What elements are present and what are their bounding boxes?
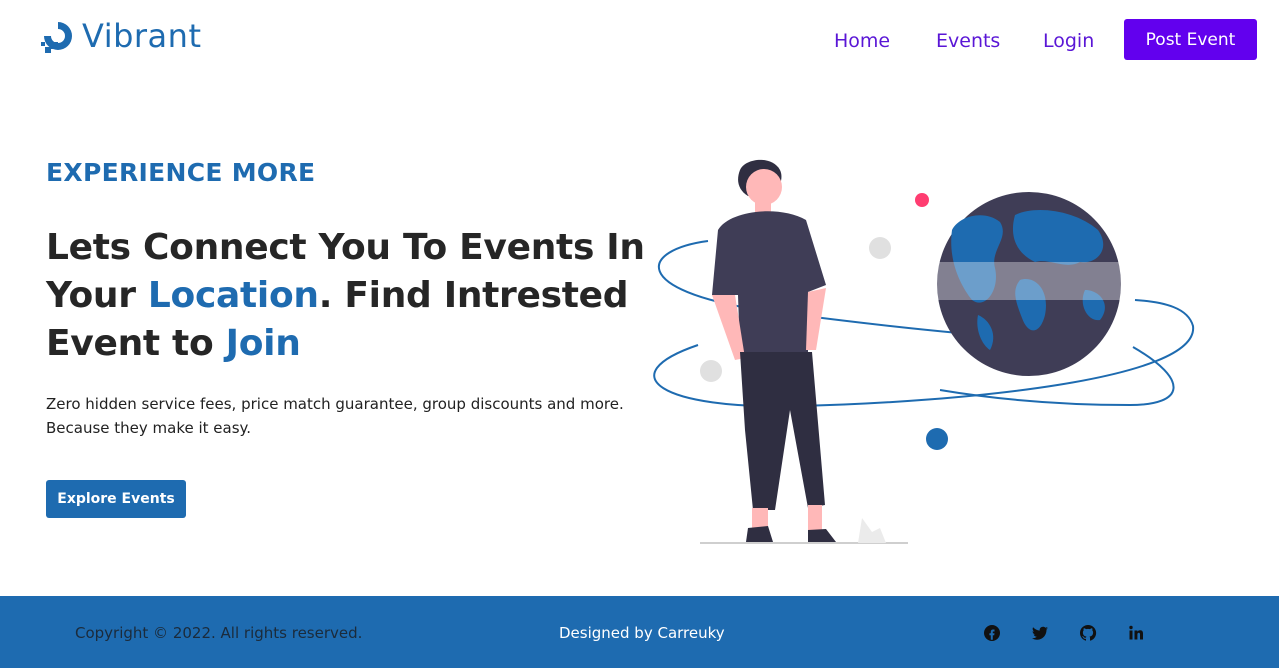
footer: Copyright © 2022. All rights reserved. D… (0, 596, 1279, 668)
grey-dot-left (700, 360, 722, 382)
nav-home-link[interactable]: Home (834, 30, 890, 52)
github-icon[interactable] (1079, 624, 1097, 642)
blue-dot (926, 428, 948, 450)
nav-login-link[interactable]: Login (1043, 30, 1094, 52)
headline-accent-location: Location (147, 275, 319, 316)
explore-events-button[interactable]: Explore Events (46, 480, 186, 518)
linkedin-icon[interactable] (1127, 624, 1145, 642)
post-event-button[interactable]: Post Event (1124, 19, 1257, 60)
brand-logo[interactable]: Vibrant (40, 16, 201, 56)
nav-events-link[interactable]: Events (936, 30, 1000, 52)
hero-eyebrow: EXPERIENCE MORE (46, 158, 316, 187)
twitter-icon[interactable] (1031, 624, 1049, 642)
hero-illustration (653, 159, 1195, 544)
vibrant-logo-icon (41, 22, 72, 53)
brand-name: Vibrant (82, 17, 202, 55)
hero-description: Zero hidden service fees, price match gu… (46, 395, 624, 437)
globe-icon (937, 192, 1121, 376)
copyright-text: Copyright © 2022. All rights reserved. (75, 624, 363, 642)
hero-headline: Lets Connect You To Events In Your Locat… (46, 224, 646, 368)
headline-accent-join: Join (225, 323, 301, 364)
person-figure (712, 159, 836, 542)
designed-by-text: Designed by Carreuky (559, 624, 725, 642)
navbar: Vibrant Home Events Login Post Event (0, 0, 1279, 80)
pink-dot (915, 193, 929, 207)
facebook-icon[interactable] (983, 624, 1001, 642)
grey-dot-top (869, 237, 891, 259)
